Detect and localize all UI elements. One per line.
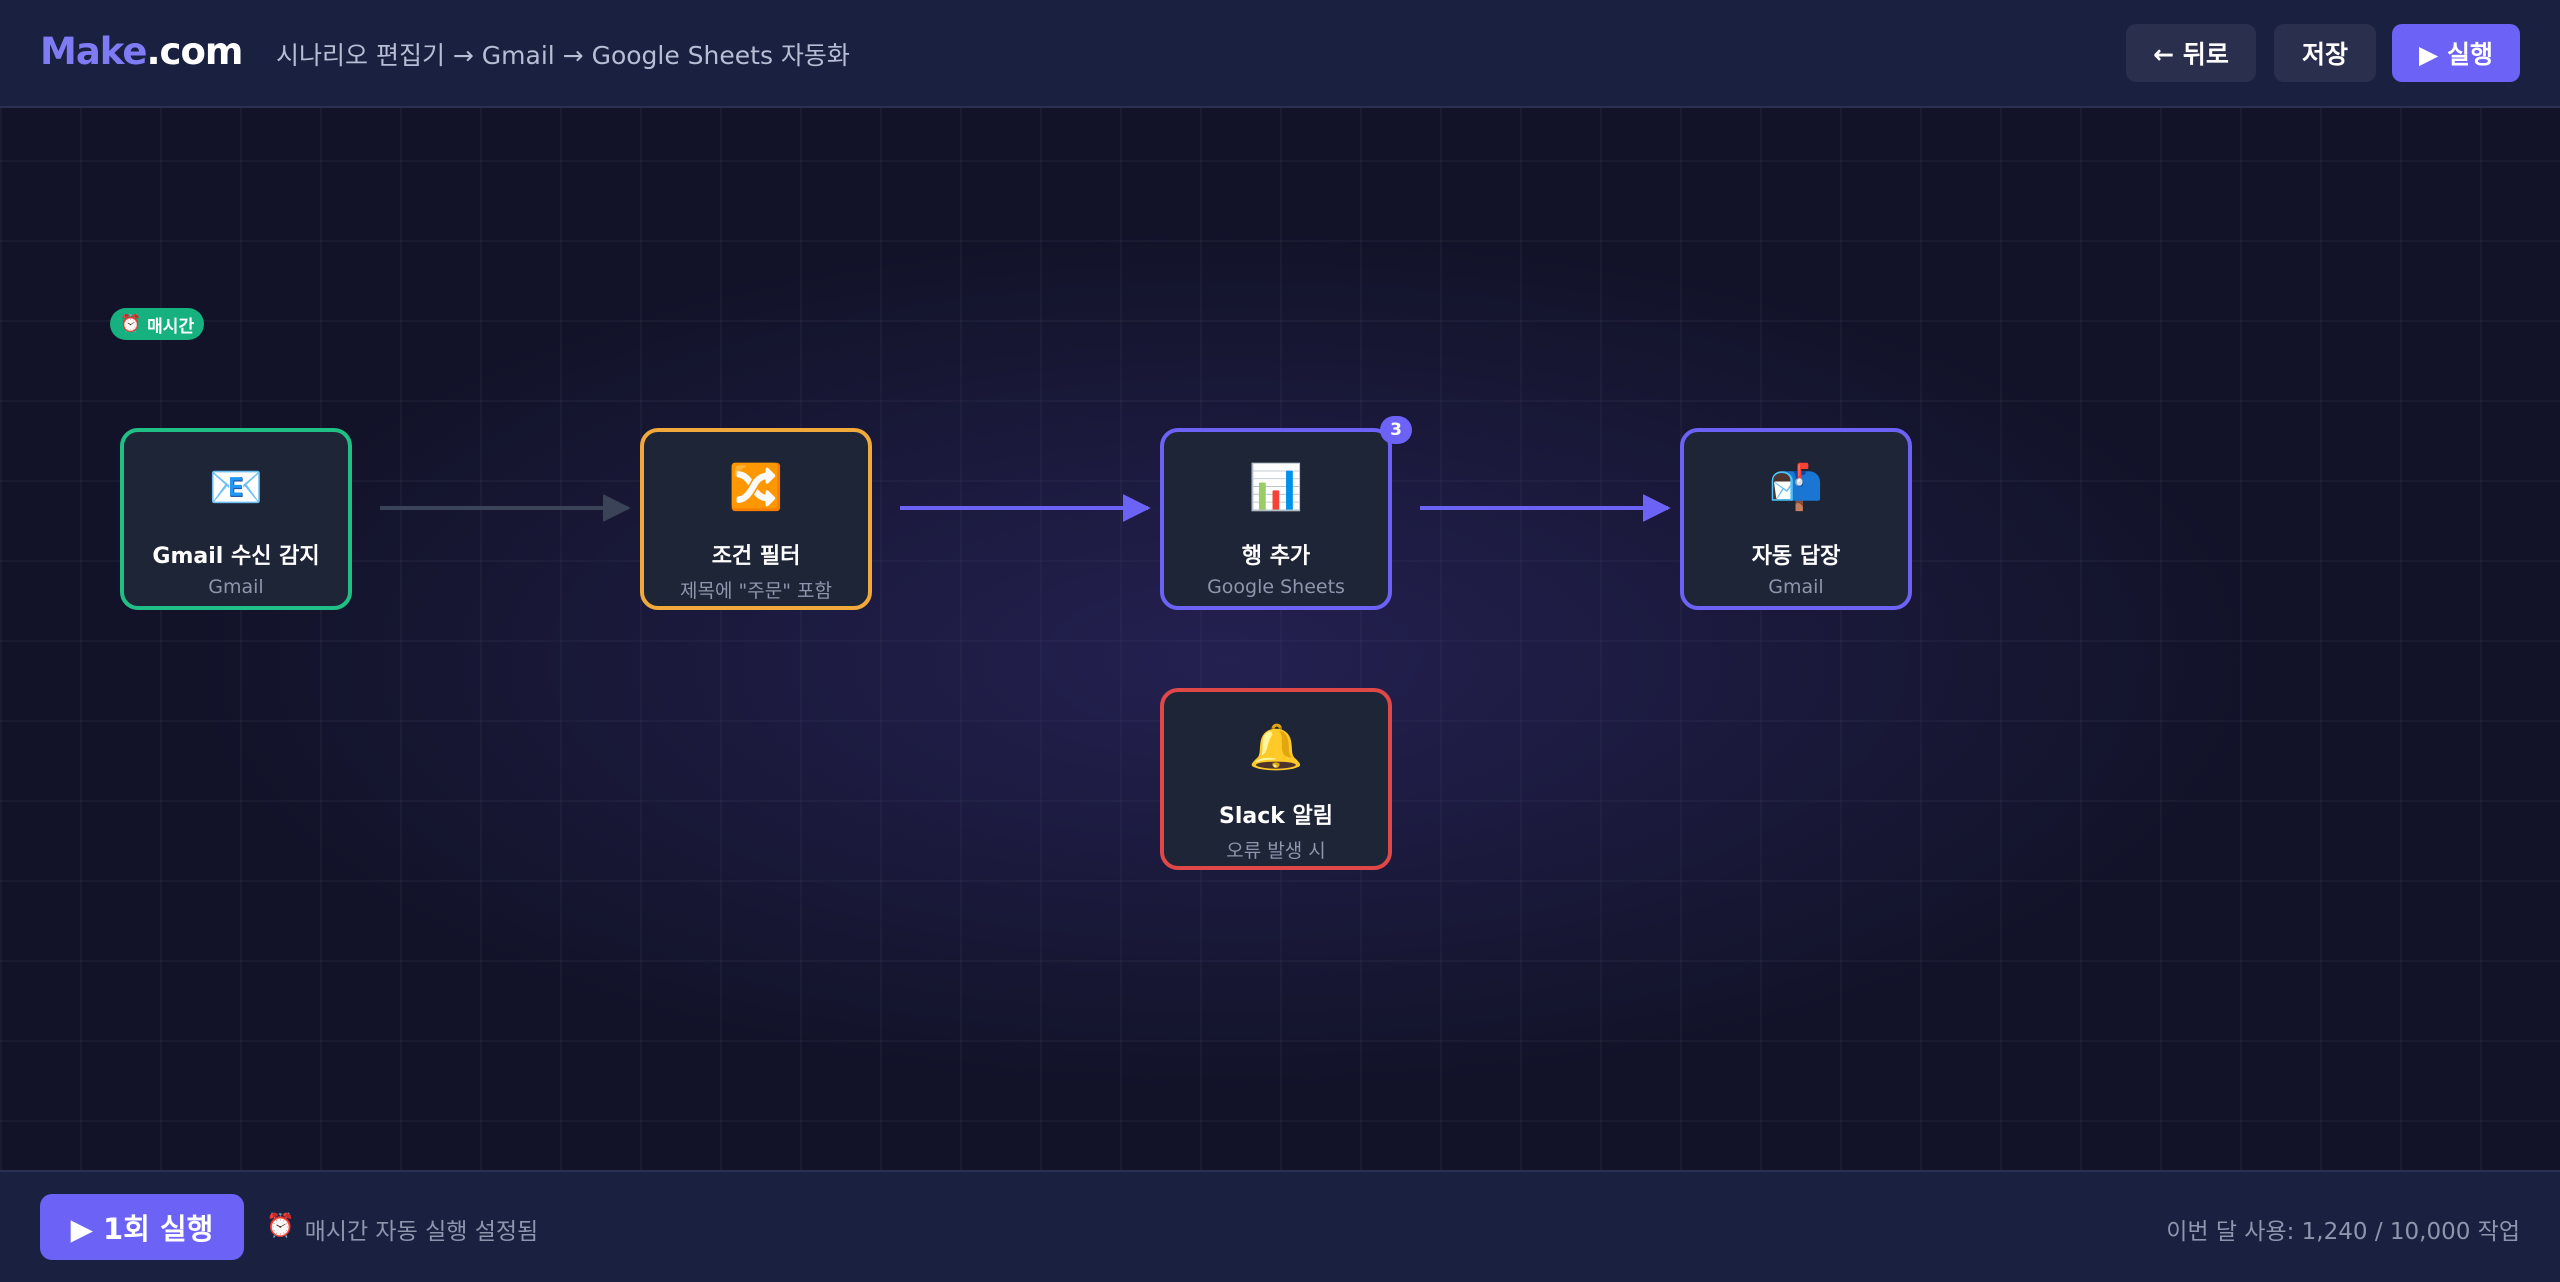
alarm-clock-icon: ⏰ [266,1213,295,1239]
alarm-clock-icon: ⏰ [120,314,142,334]
node-subtitle: 제목에 "주문" 포함 [680,580,832,602]
bar-chart-icon: 📊 [1248,462,1304,513]
operation-count-badge: 3 [1380,416,1412,444]
node-title: 행 추가 [1241,544,1311,569]
schedule-status: ⏰ 매시간 자동 실행 설정됨 [266,1212,538,1246]
mailbox-icon: 📬 [1768,462,1824,513]
schedule-badge-label: 매시간 [147,316,195,337]
node-auto-reply[interactable]: 📬 자동 답장 Gmail [1680,428,1912,610]
node-sheets-add-row[interactable]: 📊 행 추가 Google Sheets [1160,428,1392,610]
schedule-badge[interactable]: ⏰ 매시간 [110,308,205,340]
node-subtitle: 오류 발생 시 [1226,840,1326,862]
node-gmail-trigger[interactable]: 📧 Gmail 수신 감지 Gmail [120,428,352,610]
run-once-button[interactable]: ▶ 1회 실행 [40,1194,244,1260]
node-subtitle: Gmail [208,576,264,598]
bell-icon: 🔔 [1248,722,1304,773]
usage-counter: 이번 달 사용: 1,240 / 10,000 작업 [2166,1219,2520,1245]
node-slack-alert[interactable]: 🔔 Slack 알림 오류 발생 시 [1160,688,1392,870]
email-icon: 📧 [208,462,264,513]
node-title: Gmail 수신 감지 [152,544,320,569]
schedule-status-text: 매시간 자동 실행 설정됨 [304,1219,539,1245]
shuffle-icon: 🔀 [728,462,784,513]
connections [380,494,1671,522]
node-title: 자동 답장 [1751,544,1841,569]
node-subtitle: Gmail [1768,576,1824,598]
node-title: Slack 알림 [1218,804,1334,829]
bottom-bar: ▶ 1회 실행 ⏰ 매시간 자동 실행 설정됨 이번 달 사용: 1,240 /… [0,1170,2560,1282]
node-subtitle: Google Sheets [1207,576,1345,598]
node-title: 조건 필터 [711,544,801,569]
node-filter[interactable]: 🔀 조건 필터 제목에 "주문" 포함 [640,428,872,610]
